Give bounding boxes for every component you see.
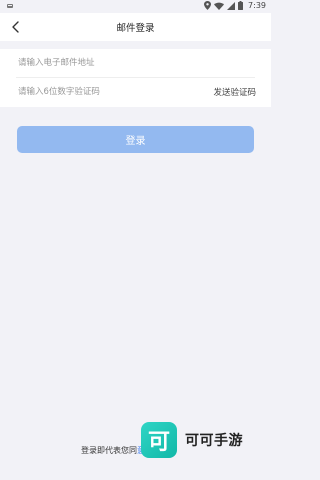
code-row: 发送验证码 (0, 78, 271, 106)
notification-icon (6, 2, 14, 10)
email-row (0, 49, 271, 78)
email-field[interactable] (18, 55, 253, 71)
watermark-text: 可可手游 (185, 433, 243, 449)
page-title: 邮件登录 (116, 23, 155, 34)
watermark-logo-char: 可 (147, 430, 170, 455)
status-bar: 7:39 (0, 0, 271, 13)
signal-icon (227, 1, 236, 10)
location-pin-icon (204, 1, 212, 10)
watermark-logo: 可 (141, 422, 177, 458)
status-icons: 7:39 (204, 1, 266, 10)
send-code-button[interactable]: 发送验证码 (213, 86, 256, 98)
status-time: 7:39 (248, 1, 266, 10)
watermark: 可 可可手游 (141, 418, 259, 462)
login-form: 发送验证码 (0, 49, 271, 107)
verification-code-field[interactable] (18, 84, 168, 100)
login-button[interactable]: 登录 (17, 126, 254, 153)
battery-icon (238, 1, 244, 10)
nav-bar: 邮件登录 (0, 13, 271, 41)
agreement-prefix: 登录即代表您同 (81, 446, 137, 455)
wifi-icon (214, 2, 225, 10)
